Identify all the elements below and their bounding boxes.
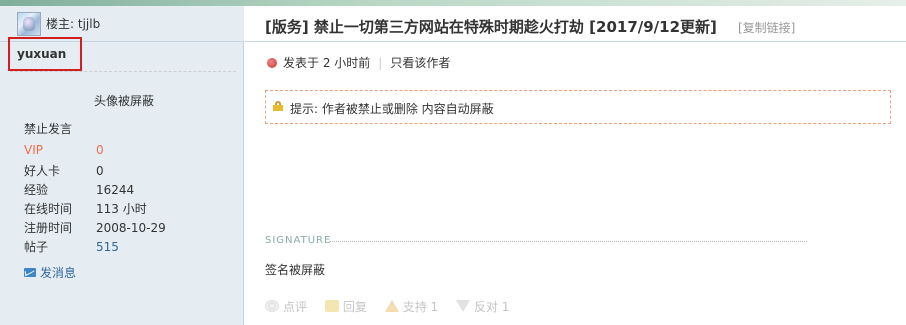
owner-thumbnail[interactable] — [17, 12, 41, 36]
rate-button[interactable]: 点评 — [265, 298, 307, 315]
posts-count-link[interactable]: 515 — [96, 240, 119, 254]
owner-label[interactable]: 楼主: tjjlb — [46, 15, 100, 32]
envelope-icon — [24, 268, 36, 277]
lock-icon — [273, 101, 283, 111]
rate-label: 点评 — [283, 300, 308, 314]
stat-value: 113 小时 — [96, 202, 147, 216]
post-content: [版务] 禁止一切第三方网站在特殊时期趁火打劫 [2017/9/12更新] [复… — [245, 6, 906, 325]
thumb-down-icon — [455, 300, 470, 312]
support-label: 支持 1 — [402, 300, 439, 314]
stat-label: 经验 — [24, 183, 49, 197]
stat-exp: 经验 16244 — [24, 181, 134, 198]
support-button[interactable]: 支持 1 — [384, 298, 439, 315]
stat-value: 0 — [96, 164, 104, 178]
stat-label[interactable]: VIP — [24, 143, 96, 157]
reply-button[interactable]: 回复 — [324, 298, 367, 315]
blocked-notice: 提示: 作者被禁止或删除 内容自动屏蔽 — [265, 90, 891, 124]
stat-label: 注册时间 — [24, 221, 73, 235]
online-status-icon — [267, 58, 277, 68]
post-title[interactable]: [版务] 禁止一切第三方网站在特殊时期趁火打劫 [2017/9/12更新] — [265, 16, 717, 37]
send-message-label: 发消息 — [40, 266, 77, 280]
rate-icon — [265, 300, 279, 312]
stat-label: 在线时间 — [24, 202, 73, 216]
author-name[interactable]: yuxuan — [17, 47, 66, 61]
signature-divider — [329, 241, 807, 242]
oppose-label: 反对 1 — [473, 300, 510, 314]
post-actions: 点评 回复 支持 1 反对 1 — [265, 298, 523, 315]
post-title-bar: [版务] 禁止一切第三方网站在特殊时期趁火打劫 [2017/9/12更新] [复… — [245, 6, 906, 42]
thumb-up-icon — [384, 300, 399, 312]
stat-online: 在线时间 113 小时 — [24, 200, 147, 217]
stat-label: 好人卡 — [24, 164, 61, 178]
only-author-link[interactable]: 只看该作者 — [390, 56, 450, 70]
separator: | — [378, 56, 383, 70]
stat-value: 0 — [96, 143, 104, 157]
stat-posts: 帖子 515 — [24, 238, 119, 255]
copy-link-button[interactable]: [复制链接] — [738, 19, 795, 36]
notice-text: 提示: 作者被禁止或删除 内容自动屏蔽 — [290, 102, 494, 116]
stat-value: 2008-10-29 — [96, 221, 166, 235]
stat-vip: VIP 0 — [24, 143, 104, 157]
reply-label: 回复 — [342, 300, 367, 314]
signature-text: 签名被屏蔽 — [265, 263, 326, 277]
stat-value: 16244 — [96, 183, 135, 197]
reply-icon — [324, 300, 339, 312]
ban-status: 禁止发言 — [24, 122, 73, 136]
post-time: 发表于 2 小时前 — [283, 56, 371, 70]
stat-registered: 注册时间 2008-10-29 — [24, 219, 166, 236]
avatar-blocked-text: 头像被屏蔽 — [94, 94, 155, 108]
divider — [10, 71, 236, 72]
stat-label: 帖子 — [24, 240, 49, 254]
oppose-button[interactable]: 反对 1 — [455, 298, 510, 315]
stat-goodcard: 好人卡 0 — [24, 162, 104, 179]
send-message-link[interactable]: 发消息 — [24, 264, 76, 281]
signature-label: SIGNATURE — [265, 235, 332, 246]
post-meta: 发表于 2 小时前 | 只看该作者 — [267, 54, 450, 71]
